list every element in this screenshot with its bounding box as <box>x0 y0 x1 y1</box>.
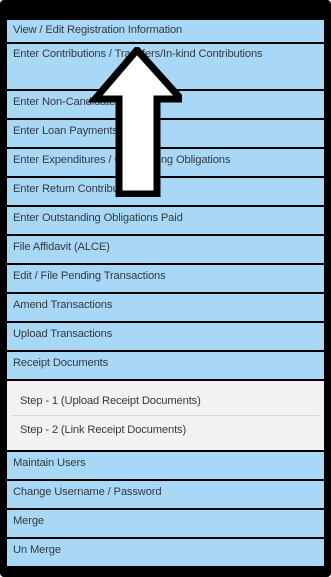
menu-item-amend-transactions[interactable]: Amend Transactions <box>7 294 324 321</box>
up-arrow-icon <box>87 47 182 197</box>
menu-item-change-username-password[interactable]: Change Username / Password <box>7 481 324 508</box>
menu-item-view-edit-registration[interactable]: View / Edit Registration Information <box>7 20 324 42</box>
menu-item-merge[interactable]: Merge <box>7 510 324 537</box>
menu-item-file-affidavit[interactable]: File Affidavit (ALCE) <box>7 236 324 263</box>
menu-item-edit-file-pending-transactions[interactable]: Edit / File Pending Transactions <box>7 265 324 292</box>
menu-item-receipt-documents[interactable]: Receipt Documents <box>7 352 324 379</box>
submenu-item-upload-receipt-documents[interactable]: Step - 1 (Upload Receipt Documents) <box>12 387 319 415</box>
menu-item-maintain-users[interactable]: Maintain Users <box>7 452 324 479</box>
menu-item-upload-transactions[interactable]: Upload Transactions <box>7 323 324 350</box>
menu-item-un-merge[interactable]: Un Merge <box>7 539 324 566</box>
menu-frame: View / Edit Registration Information Ent… <box>0 0 331 577</box>
receipt-documents-submenu: Step - 1 (Upload Receipt Documents) Step… <box>7 381 324 450</box>
submenu-item-link-receipt-documents[interactable]: Step - 2 (Link Receipt Documents) <box>12 415 319 444</box>
menu-item-enter-outstanding-obligations-paid[interactable]: Enter Outstanding Obligations Paid <box>7 207 324 234</box>
